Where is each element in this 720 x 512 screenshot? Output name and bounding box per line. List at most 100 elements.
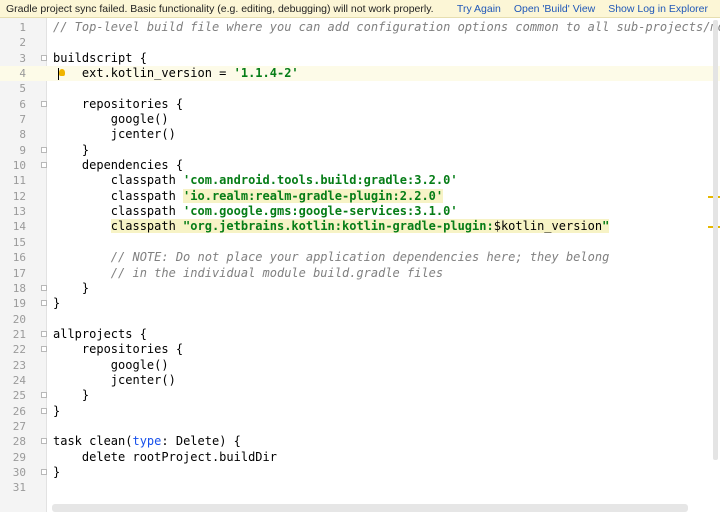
code-text: }: [53, 296, 61, 311]
code-line[interactable]: 23 google(): [0, 358, 720, 373]
fold-toggle-icon[interactable]: [41, 54, 47, 61]
line-number: 14: [12, 220, 26, 234]
line-number: 6: [19, 97, 26, 111]
code-line[interactable]: 4 ext.kotlin_version = '1.1.4-2': [0, 66, 720, 82]
code-line[interactable]: 11 classpath 'com.android.tools.build:gr…: [0, 173, 720, 188]
open-build-view-link[interactable]: Open 'Build' View: [514, 3, 595, 15]
code-text: // Top-level build file where you can ad…: [53, 20, 720, 34]
line-number: 5: [19, 82, 26, 96]
line-number: 8: [19, 128, 26, 142]
line-number: 22: [12, 343, 26, 357]
fold-toggle-icon[interactable]: [41, 162, 47, 169]
code-text: buildscript {: [53, 50, 147, 65]
code-line[interactable]: 27: [0, 419, 720, 434]
code-line[interactable]: 8 jcenter(): [0, 127, 720, 142]
line-number: 13: [12, 205, 26, 219]
sync-failed-banner: Gradle project sync failed. Basic functi…: [0, 0, 720, 18]
line-number: 31: [12, 481, 26, 495]
code-text: }: [53, 142, 90, 157]
line-number: 10: [12, 159, 26, 173]
code-line[interactable]: 30}: [0, 465, 720, 480]
code-text: }: [53, 464, 61, 479]
line-number: 18: [12, 281, 26, 295]
line-number: 25: [12, 389, 26, 403]
code-line[interactable]: 28 task clean(type: Delete) {: [0, 434, 720, 449]
code-text: ext.kotlin_version = '1.1.4-2': [53, 66, 299, 81]
line-number: 9: [19, 143, 26, 157]
code-text: delete rootProject.buildDir: [53, 449, 277, 464]
code-line[interactable]: 25 }: [0, 388, 720, 403]
show-log-in-explorer-link[interactable]: Show Log in Explorer: [608, 3, 708, 15]
fold-toggle-icon[interactable]: [41, 438, 47, 445]
code-line[interactable]: 10 dependencies {: [0, 158, 720, 173]
line-number: 4: [19, 67, 26, 81]
line-number: 2: [19, 36, 26, 50]
code-line[interactable]: 5: [0, 81, 720, 96]
horizontal-scrollbar[interactable]: [52, 504, 688, 512]
try-again-link[interactable]: Try Again: [457, 3, 501, 15]
line-number: 15: [12, 235, 26, 249]
code-text: google(): [53, 357, 169, 372]
line-number: 11: [12, 174, 26, 188]
line-number: 30: [12, 465, 26, 479]
fold-toggle-icon[interactable]: [41, 146, 47, 153]
code-line[interactable]: 1 // Top-level build file where you can a…: [0, 20, 720, 35]
code-text: classpath 'com.google.gms:google-service…: [53, 204, 458, 219]
line-number: 12: [12, 189, 26, 203]
line-number: 28: [12, 435, 26, 449]
code-text: repositories {: [53, 342, 184, 357]
line-number: 3: [19, 51, 26, 65]
code-text: }: [53, 388, 90, 403]
banner-actions: Try Again Open 'Build' View Show Log in …: [447, 0, 708, 18]
intention-bulb-icon[interactable]: [59, 69, 65, 77]
fold-toggle-icon[interactable]: [41, 407, 47, 414]
code-line[interactable]: 26}: [0, 404, 720, 419]
code-line[interactable]: 14 classpath "org.jetbrains.kotlin:kotli…: [0, 219, 720, 234]
code-line[interactable]: 3 buildscript {: [0, 51, 720, 66]
code-text: }: [53, 403, 61, 418]
code-line[interactable]: 7 google(): [0, 112, 720, 127]
code-line[interactable]: 12 classpath 'io.realm:realm-gradle-plug…: [0, 188, 720, 204]
code-text: jcenter(): [53, 127, 176, 142]
code-text: // NOTE: Do not place your application d…: [110, 250, 610, 265]
line-number: 7: [19, 113, 26, 127]
code-line[interactable]: 31: [0, 480, 720, 495]
fold-toggle-icon[interactable]: [41, 100, 47, 107]
code-line[interactable]: 21 allprojects {: [0, 327, 720, 342]
code-text: dependencies {: [53, 158, 184, 173]
code-line[interactable]: 2: [0, 35, 720, 50]
code-line[interactable]: 13 classpath 'com.google.gms:google-serv…: [0, 204, 720, 219]
code-line[interactable]: 17 // in the individual module build.gra…: [0, 266, 720, 281]
code-line[interactable]: 22 repositories {: [0, 342, 720, 357]
code-line[interactable]: 15: [0, 235, 720, 250]
line-number: 26: [12, 404, 26, 418]
line-number: 20: [12, 312, 26, 326]
code-line[interactable]: 20: [0, 312, 720, 327]
code-line[interactable]: 19}: [0, 296, 720, 311]
code-line[interactable]: 24 jcenter(): [0, 373, 720, 388]
vertical-scrollbar[interactable]: [713, 20, 718, 460]
code-text: jcenter(): [53, 372, 176, 387]
line-number: 21: [12, 327, 26, 341]
line-number: 29: [12, 450, 26, 464]
fold-toggle-icon[interactable]: [41, 468, 47, 475]
code-text: allprojects {: [53, 326, 147, 341]
line-number: 23: [12, 358, 26, 372]
fold-toggle-icon[interactable]: [41, 330, 47, 337]
code-line[interactable]: 16 // NOTE: Do not place your applicatio…: [0, 250, 720, 265]
line-number: 19: [12, 297, 26, 311]
code-editor[interactable]: 1 // Top-level build file where you can a…: [0, 18, 720, 512]
fold-toggle-icon[interactable]: [41, 346, 47, 353]
code-lines: 1 // Top-level build file where you can a…: [0, 20, 720, 496]
fold-toggle-icon[interactable]: [41, 392, 47, 399]
code-text: classpath 'io.realm:realm-gradle-plugin:…: [53, 188, 444, 203]
fold-toggle-icon[interactable]: [41, 300, 47, 307]
code-line[interactable]: 18 }: [0, 281, 720, 296]
line-number: 17: [12, 266, 26, 280]
code-text: classpath 'com.android.tools.build:gradl…: [53, 173, 458, 188]
code-line[interactable]: 9 }: [0, 143, 720, 158]
code-line[interactable]: 6 repositories {: [0, 97, 720, 112]
line-number: 1: [19, 21, 26, 34]
code-line[interactable]: 29 delete rootProject.buildDir: [0, 450, 720, 465]
fold-toggle-icon[interactable]: [41, 284, 47, 291]
